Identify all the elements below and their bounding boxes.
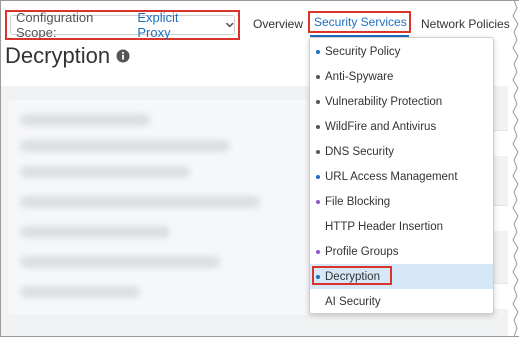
security-services-dropdown: Security Policy Anti-Spyware Vulnerabili… (309, 37, 494, 314)
menu-item-decryption[interactable]: Decryption (310, 264, 493, 289)
menu-item-anti-spyware[interactable]: Anti-Spyware (310, 64, 493, 89)
menu-item-file-blocking[interactable]: File Blocking (310, 189, 493, 214)
status-dot-icon (316, 49, 320, 54)
status-dot-icon (316, 124, 320, 129)
torn-edge-decoration (512, 0, 519, 337)
blurred-line (20, 114, 150, 126)
blurred-line (20, 226, 170, 238)
page-title: Decryption (5, 43, 130, 69)
blurred-line (20, 196, 260, 208)
menu-item-label: URL Access Management (325, 170, 458, 183)
menu-item-label: File Blocking (325, 195, 391, 208)
menu-item-ai-security[interactable]: AI Security (310, 289, 493, 314)
menu-item-url-access-management[interactable]: URL Access Management (310, 164, 493, 189)
nav-network-policies[interactable]: Network Policies (421, 17, 510, 31)
menu-item-label: Anti-Spyware (325, 70, 394, 83)
right-panel-strip (492, 283, 508, 309)
chevron-down-icon (225, 22, 233, 28)
menu-item-label: Profile Groups (325, 245, 399, 258)
blurred-line (20, 256, 220, 268)
menu-item-label: AI Security (325, 295, 381, 308)
menu-item-label: Vulnerability Protection (325, 95, 443, 108)
status-dot-icon (316, 199, 320, 204)
status-dot-icon (316, 74, 320, 79)
blurred-line (20, 140, 230, 152)
scope-value: Explicit Proxy (137, 10, 179, 40)
menu-item-label: DNS Security (325, 145, 395, 158)
menu-item-http-header-insertion[interactable]: HTTP Header Insertion (310, 214, 493, 239)
selected-item-highlight (312, 266, 392, 285)
menu-item-vulnerability-protection[interactable]: Vulnerability Protection (310, 89, 493, 114)
status-dot-icon (316, 174, 320, 179)
menu-item-label: Security Policy (325, 45, 401, 58)
menu-item-dns-security[interactable]: DNS Security (310, 139, 493, 164)
right-panel-strip (492, 205, 508, 231)
configuration-scope-select[interactable]: Configuration Scope: Explicit Proxy (10, 10, 235, 40)
blurred-line (20, 166, 190, 178)
status-dot-icon (316, 99, 320, 104)
blurred-line (20, 286, 140, 298)
info-icon[interactable] (116, 49, 130, 63)
scope-label: Configuration Scope: (16, 10, 94, 40)
scope-highlight: Configuration Scope: Explicit Proxy (5, 10, 240, 40)
menu-item-wildfire-antivirus[interactable]: WildFire and Antivirus (310, 114, 493, 139)
nav-overview[interactable]: Overview (253, 17, 303, 31)
nav-security-services-label: Security Services (314, 15, 407, 29)
nav-security-services[interactable]: Security Services (308, 11, 411, 33)
blurred-content-card (8, 100, 308, 315)
page-title-text: Decryption (5, 43, 111, 68)
menu-item-profile-groups[interactable]: Profile Groups (310, 239, 493, 264)
status-dot-icon (316, 249, 320, 254)
right-panel-strip (492, 130, 508, 156)
menu-item-label: HTTP Header Insertion (325, 220, 444, 233)
menu-item-label: WildFire and Antivirus (325, 120, 437, 133)
status-dot-icon (316, 149, 320, 154)
menu-item-security-policy[interactable]: Security Policy (310, 39, 493, 64)
